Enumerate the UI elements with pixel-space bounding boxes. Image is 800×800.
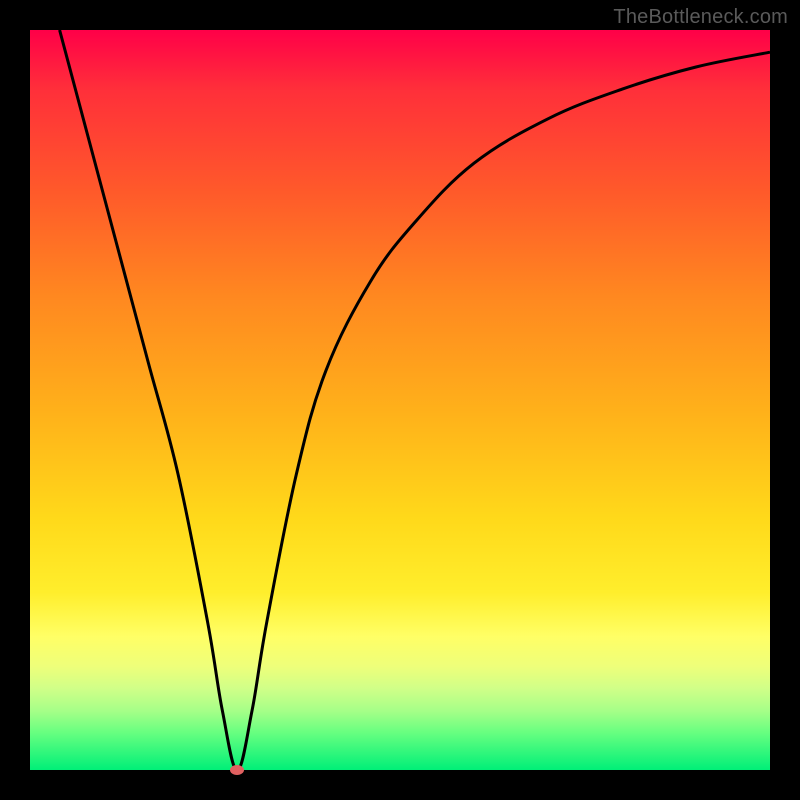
plot-area	[30, 30, 770, 770]
chart-frame: TheBottleneck.com	[0, 0, 800, 800]
bottleneck-curve	[30, 30, 770, 770]
curve-path	[60, 30, 770, 770]
watermark-text: TheBottleneck.com	[613, 6, 788, 29]
minimum-marker	[230, 765, 244, 775]
